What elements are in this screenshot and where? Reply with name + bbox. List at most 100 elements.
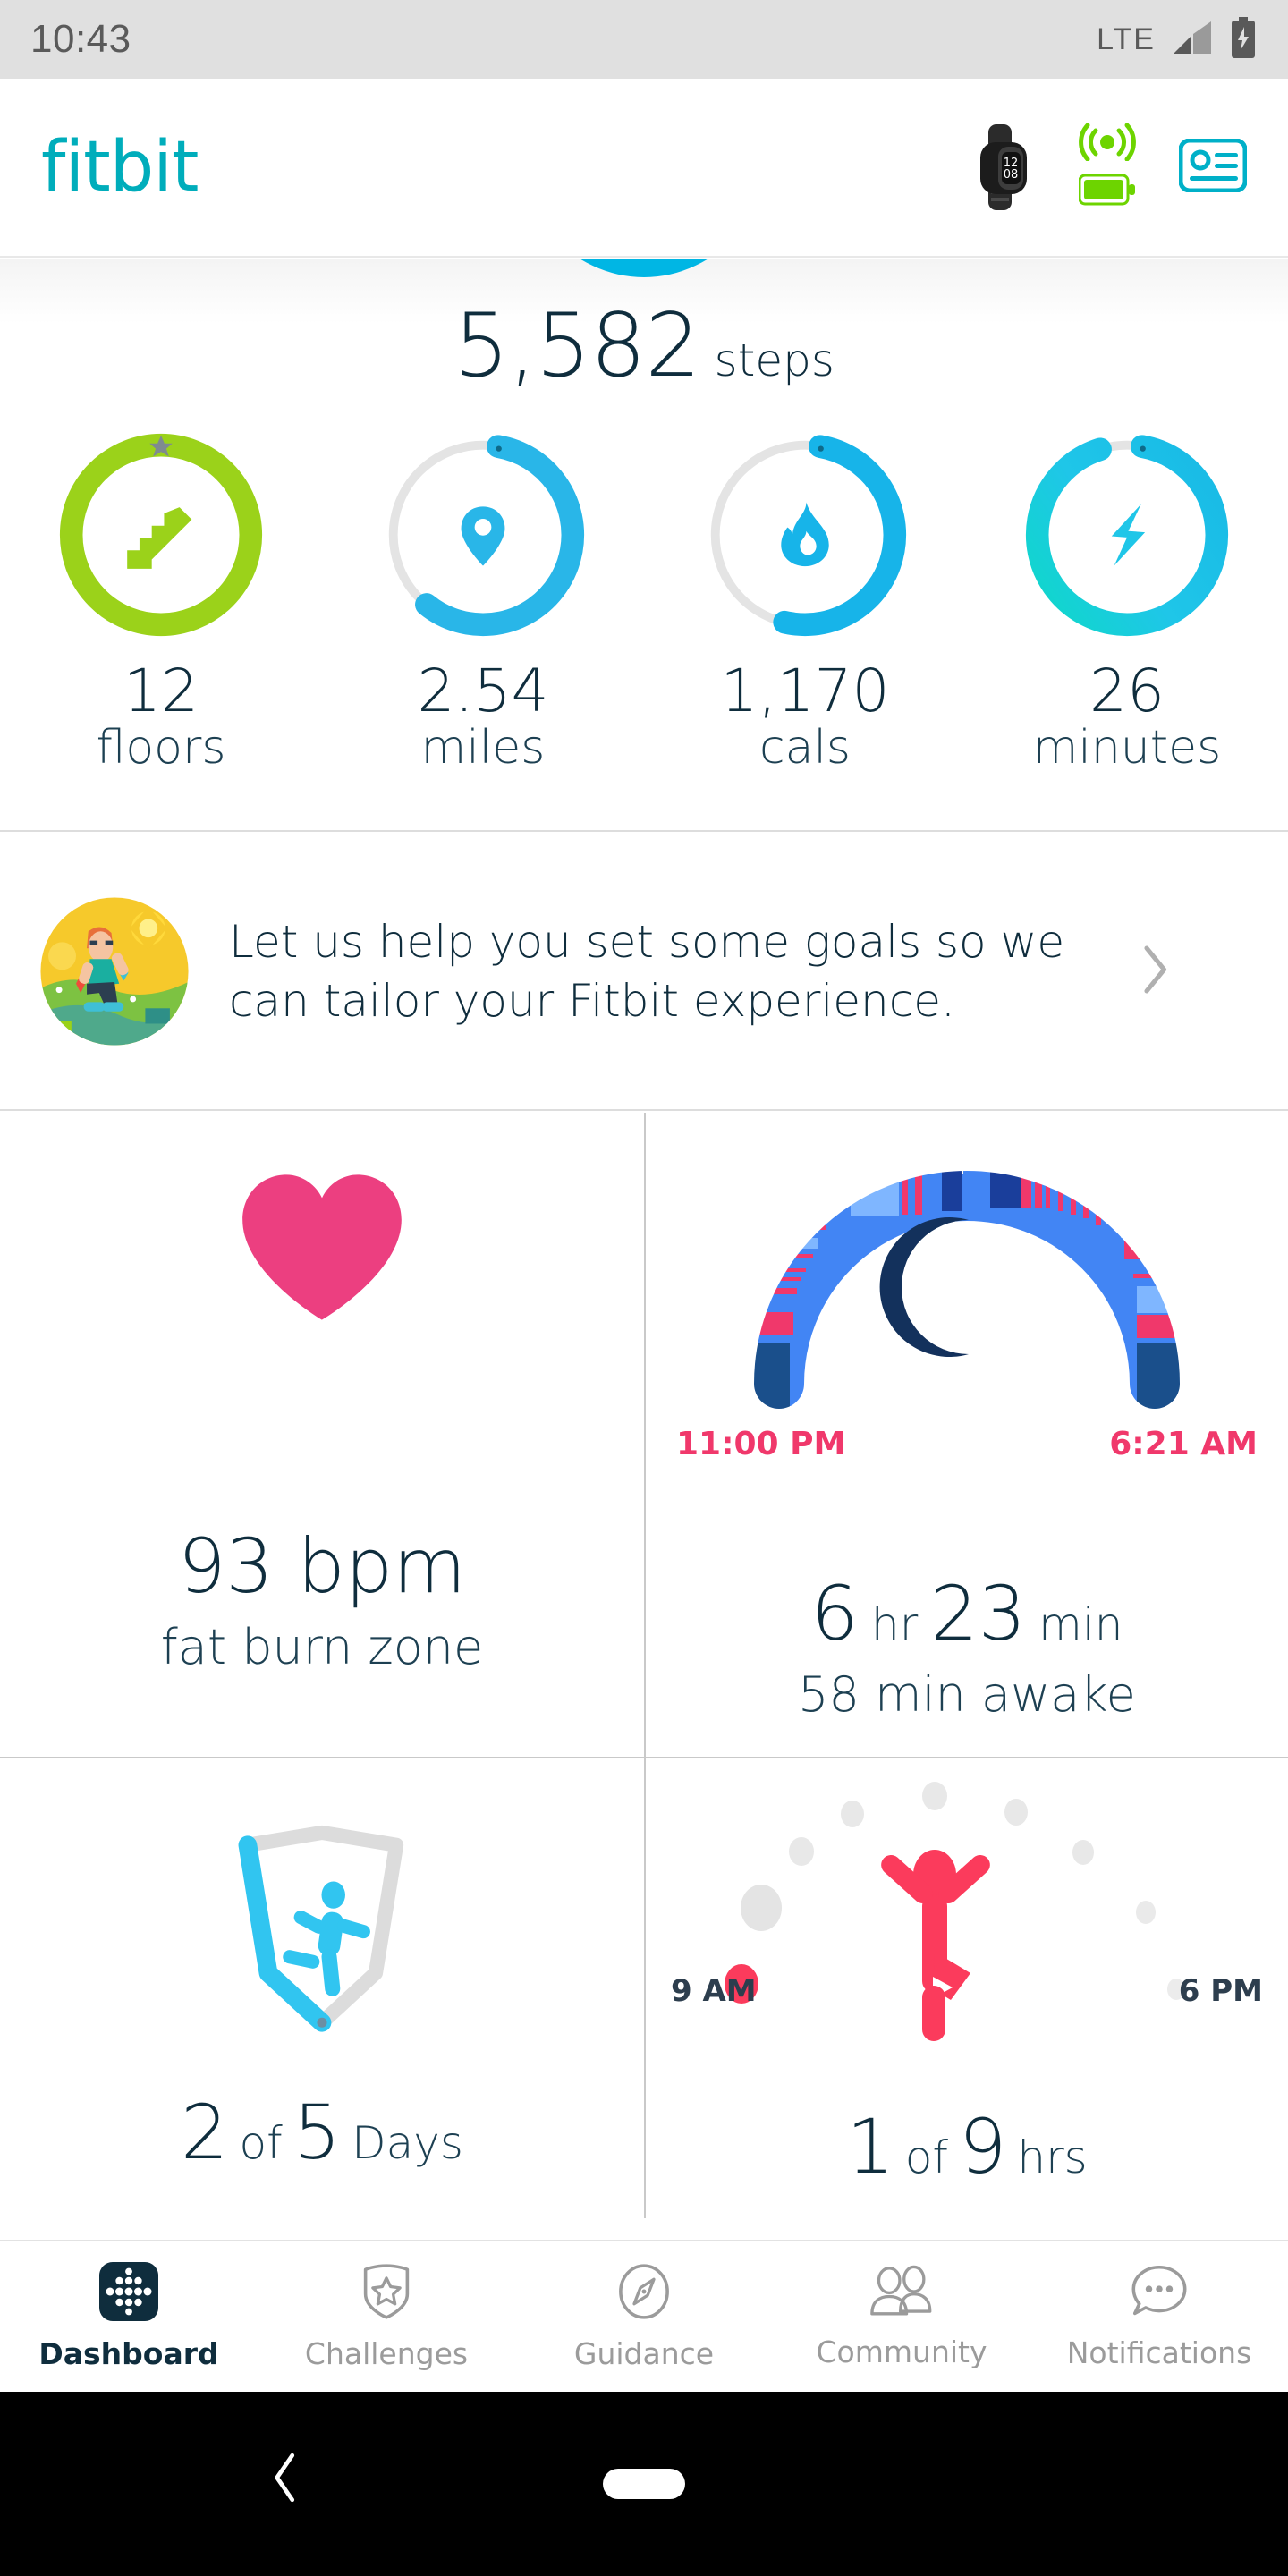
- nav-label-guidance: Guidance: [574, 2336, 714, 2371]
- fitbit-tracker-icon[interactable]: 12 08: [971, 124, 1036, 210]
- stat-rings-row: 12 floors 2.54 miles: [0, 420, 1288, 832]
- hourly-goal: 9: [959, 2109, 1006, 2184]
- hour-dot-2: [789, 1837, 814, 1866]
- heart-rate-zone: fat burn zone: [161, 1623, 483, 1672]
- tile-grid: 93 bpm fat burn zone: [0, 1113, 1288, 2218]
- stretching-person-icon: [877, 1850, 995, 2041]
- nav-item-dashboard[interactable]: Dashboard: [0, 2262, 258, 2371]
- hour-dot-5: [1004, 1799, 1028, 1826]
- sleep-time-range: 11:00 PM 6:21 AM: [646, 1426, 1288, 1462]
- cals-label: cals: [759, 722, 851, 775]
- signal-bars-icon: [1172, 20, 1213, 60]
- tile-heart-rate[interactable]: 93 bpm fat burn zone: [0, 1113, 644, 1757]
- nav-label-community: Community: [817, 2334, 987, 2369]
- exercise-value: 2: [181, 2095, 228, 2170]
- sleep-hours-unit: hr: [871, 1598, 918, 1650]
- steps-progress-arc: [510, 259, 778, 277]
- cals-ring: [699, 429, 911, 640]
- hourly-start-label: 9 AM: [671, 1973, 757, 2009]
- floors-value: 12: [123, 660, 199, 722]
- sync-signal-icon: [1079, 123, 1136, 165]
- minutes-value: 26: [1089, 660, 1165, 722]
- steps-readout: 5,582 steps: [0, 295, 1288, 397]
- header-icon-group: 12 08: [971, 123, 1247, 211]
- svg-text:08: 08: [1004, 168, 1019, 182]
- nav-item-challenges[interactable]: Challenges: [258, 2262, 515, 2371]
- tracker-status-group[interactable]: [1079, 123, 1136, 211]
- tracker-battery-icon: [1079, 173, 1136, 211]
- floors-ring: [55, 429, 267, 640]
- nav-label-notifications: Notifications: [1067, 2335, 1252, 2370]
- back-chevron-icon[interactable]: [268, 2450, 302, 2519]
- miles-label: miles: [421, 722, 546, 775]
- sleep-duration: 6 hr 23 min: [811, 1576, 1123, 1651]
- stat-tile-floors[interactable]: 12 floors: [0, 420, 322, 830]
- shield-star-icon: [359, 2262, 414, 2326]
- status-indicators: LTE: [1097, 17, 1258, 63]
- hourly-time-range: 9 AM 6 PM: [646, 1973, 1288, 2009]
- stat-tile-miles[interactable]: 2.54 miles: [322, 420, 644, 830]
- exercise-goal: 5: [293, 2095, 341, 2170]
- stat-tile-cals[interactable]: 1,170 cals: [644, 420, 966, 830]
- hourly-end-label: 6 PM: [1179, 1973, 1263, 2009]
- hour-dot-3: [841, 1801, 864, 1827]
- miles-ring: [377, 429, 589, 640]
- hourly-of: of: [905, 2131, 948, 2183]
- sleep-awake-sub: 58 min awake: [798, 1671, 1136, 1719]
- compass-icon: [615, 2262, 673, 2326]
- set-goals-banner[interactable]: Let us help you set some goals so we can…: [0, 834, 1288, 1111]
- nav-label-challenges: Challenges: [305, 2336, 468, 2371]
- sleep-hours: 6: [811, 1576, 859, 1651]
- sleep-stages-arc: [716, 1120, 1217, 1415]
- battery-charging-icon: [1229, 17, 1258, 63]
- stat-tile-minutes[interactable]: 26 minutes: [966, 420, 1288, 830]
- speech-bubble-icon: [1130, 2263, 1189, 2325]
- app-screen: 10:43 LTE fitbit: [0, 0, 1288, 2576]
- hourly-readout: 1 of 9 hrs: [846, 2109, 1087, 2184]
- fitbit-logo[interactable]: fitbit: [41, 132, 198, 202]
- tile-exercise[interactable]: 2 of 5 Days: [0, 1758, 644, 2218]
- two-people-icon: [866, 2264, 937, 2324]
- tile-hourly-activity[interactable]: 9 AM 6 PM 1 of 9 hrs: [646, 1758, 1288, 2218]
- hour-dot-4: [922, 1782, 947, 1810]
- floors-label: floors: [97, 722, 226, 775]
- exercise-readout: 2 of 5 Days: [181, 2095, 463, 2170]
- lightning-bolt-icon: [1021, 429, 1233, 640]
- cals-value: 1,170: [721, 660, 890, 722]
- android-system-nav: [0, 2392, 1288, 2576]
- steps-hero[interactable]: 5,582 steps: [0, 259, 1288, 420]
- account-card-icon[interactable]: [1179, 139, 1247, 197]
- fitbit-dots-icon: [99, 2262, 158, 2326]
- sleep-end-time: 6:21 AM: [1109, 1426, 1258, 1462]
- nav-label-dashboard: Dashboard: [38, 2336, 218, 2371]
- heart-icon: [234, 1168, 410, 1334]
- network-type-label: LTE: [1097, 22, 1156, 57]
- nav-item-notifications[interactable]: Notifications: [1030, 2263, 1288, 2370]
- status-bar: 10:43 LTE: [0, 0, 1288, 79]
- minutes-label: minutes: [1033, 722, 1222, 775]
- map-pin-icon: [377, 429, 589, 640]
- app-header: fitbit 12 08: [0, 79, 1288, 258]
- hour-dot-1: [741, 1885, 782, 1931]
- exercise-unit: Days: [352, 2117, 463, 2169]
- hourly-value: 1: [846, 2109, 894, 2184]
- tile-sleep[interactable]: 11:00 PM 6:21 AM 6 hr 23 min 58 min awak…: [646, 1113, 1288, 1757]
- exercise-of: of: [240, 2117, 283, 2169]
- heart-rate-value: 93 bpm: [178, 1529, 466, 1604]
- banner-message: Let us help you set some goals so we can…: [229, 912, 1123, 1030]
- sleep-minutes-unit: min: [1038, 1598, 1123, 1650]
- nav-item-community[interactable]: Community: [773, 2264, 1030, 2369]
- exercise-shield-progress: [197, 1800, 447, 2068]
- sleep-minutes: 23: [930, 1576, 1026, 1651]
- chevron-right-icon[interactable]: [1123, 943, 1186, 1001]
- flame-icon: [699, 429, 911, 640]
- nav-item-guidance[interactable]: Guidance: [515, 2262, 773, 2371]
- hour-dot-6: [1072, 1840, 1094, 1865]
- sleep-start-time: 11:00 PM: [676, 1426, 845, 1462]
- status-time: 10:43: [30, 17, 131, 62]
- stairs-icon: [55, 429, 267, 640]
- bottom-navigation: Dashboard Challenges Guidance: [0, 2240, 1288, 2392]
- goal-runner-illustration: [38, 894, 191, 1048]
- steps-unit: steps: [715, 335, 835, 386]
- home-pill-icon[interactable]: [603, 2469, 685, 2499]
